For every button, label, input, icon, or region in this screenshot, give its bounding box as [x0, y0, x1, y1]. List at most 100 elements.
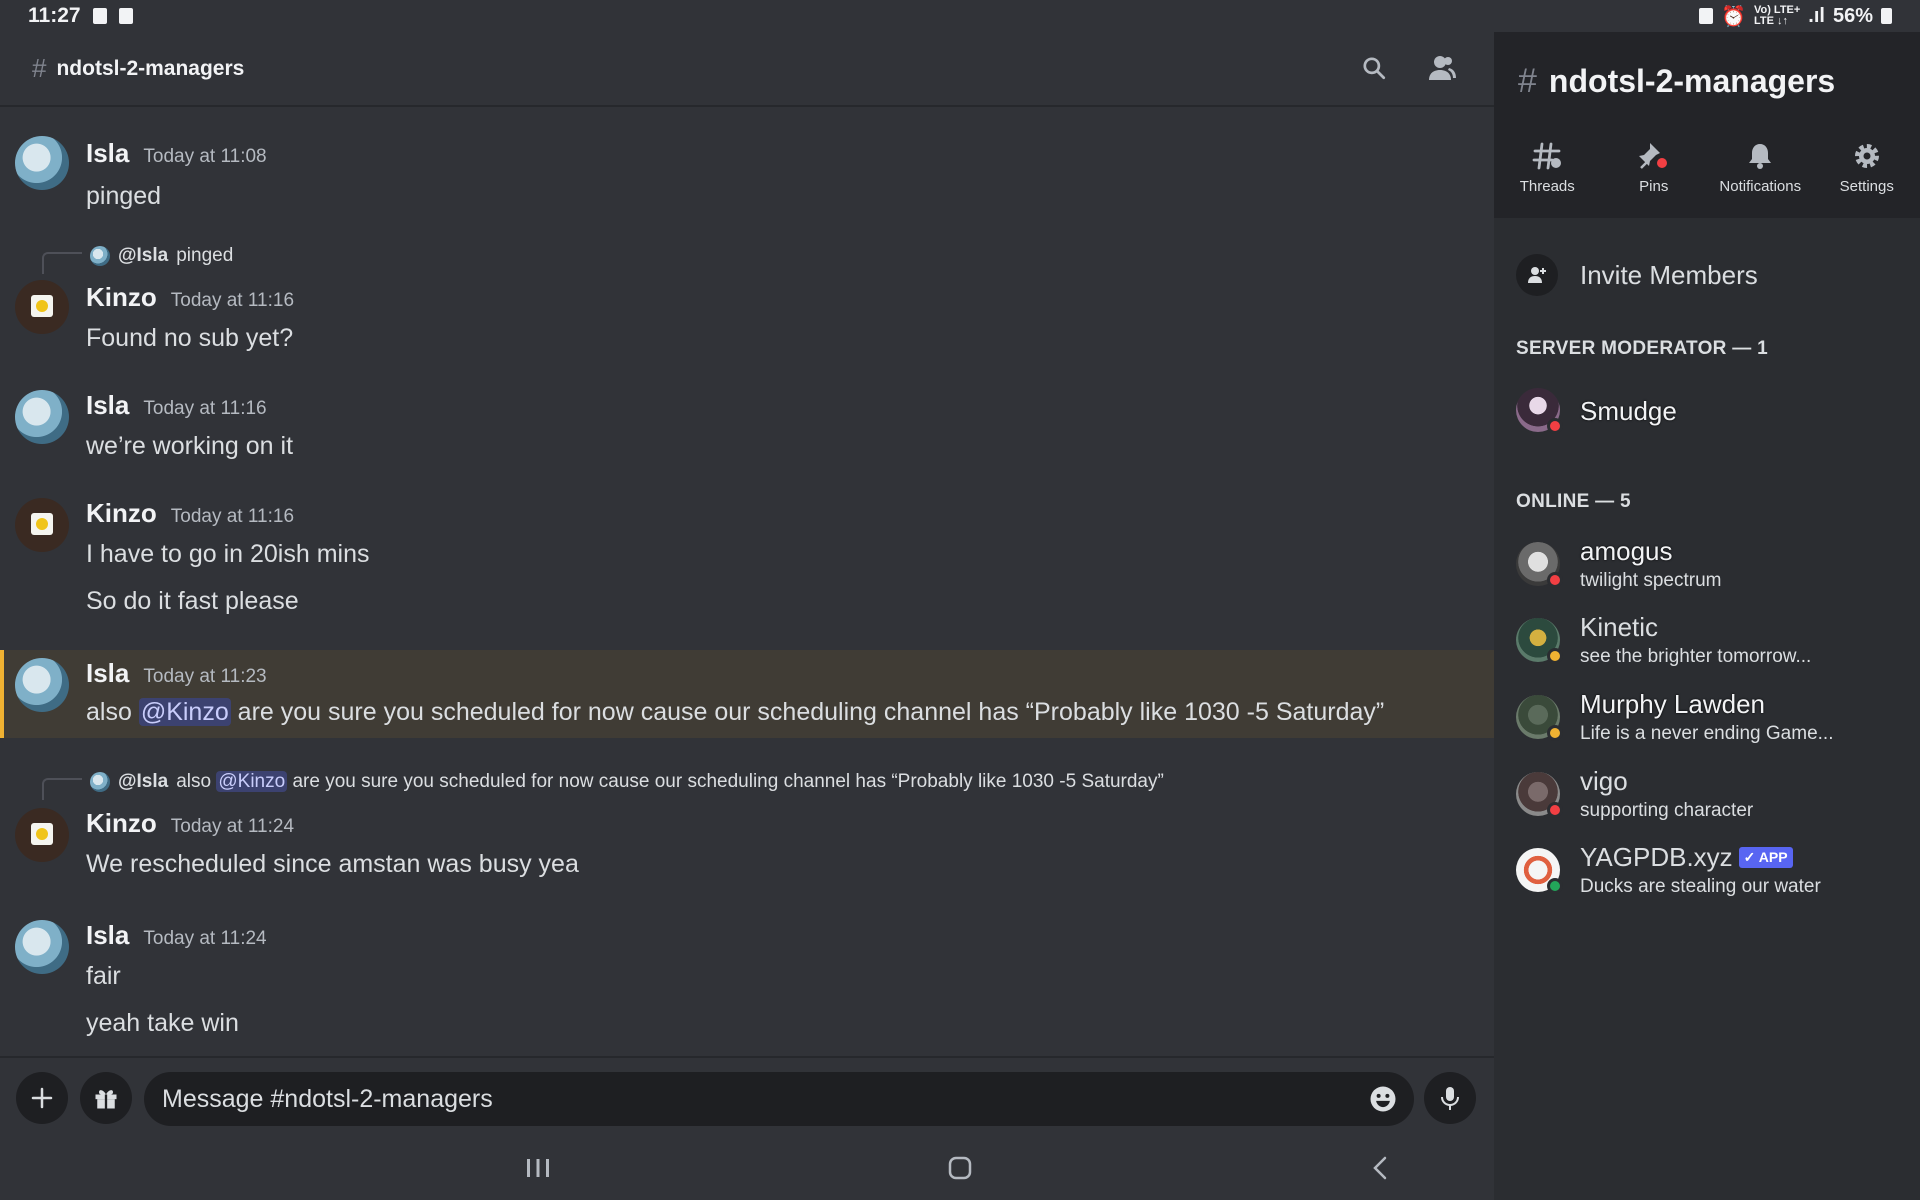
microphone-icon	[1441, 1087, 1459, 1110]
reply-avatar	[90, 246, 110, 266]
message: @Isla also @Kinzo are you sure you sched…	[0, 764, 1494, 878]
message: Isla Today at 11:16 we’re working on it	[0, 384, 1494, 474]
voice-message-button[interactable]	[1424, 1072, 1476, 1124]
system-navigation-bar	[0, 1136, 1494, 1200]
message: Isla Today at 11:24 fair yeah take win	[0, 914, 1494, 1054]
recent-apps-button[interactable]	[518, 1152, 558, 1184]
message-text: we’re working on it	[86, 432, 294, 460]
message-text: also @Kinzo are you sure you scheduled f…	[86, 698, 1385, 726]
channel-hash-icon: #	[32, 53, 47, 83]
signal-icon: .ıl	[1808, 4, 1825, 27]
member-section-title: SERVER MODERATOR — 1	[1516, 338, 1768, 359]
avatar[interactable]	[15, 280, 69, 334]
member-list-button[interactable]	[1426, 52, 1458, 84]
member-status-text: supporting character	[1580, 800, 1754, 821]
search-button[interactable]	[1358, 52, 1390, 84]
member-item[interactable]: YAGPDB.xyz ✓ APP Ducks are stealing our w…	[1516, 842, 1906, 904]
channel-details-panel: # ndotsl-2-managers Threads Pins Notific…	[1494, 32, 1920, 1200]
message-author[interactable]: Isla	[86, 920, 129, 951]
member-item[interactable]: Murphy Lawden Life is a never ending Gam…	[1516, 689, 1906, 751]
battery-level: 56%	[1832, 4, 1873, 27]
chat-header: # ndotsl-2-managers	[0, 32, 1494, 107]
message-highlighted: Isla Today at 11:23 also @Kinzo are you …	[0, 650, 1494, 738]
checkbox-notification-icon	[92, 8, 107, 24]
avatar[interactable]	[15, 136, 69, 190]
gift-icon	[95, 1090, 117, 1109]
message-author[interactable]: Kinzo	[86, 282, 157, 313]
home-button[interactable]	[940, 1152, 980, 1184]
message-author[interactable]: Isla	[86, 138, 129, 169]
invite-members-button[interactable]: Invite Members	[1516, 254, 1758, 296]
emoji-icon[interactable]	[1368, 1084, 1398, 1114]
search-icon	[1363, 57, 1386, 80]
message-timestamp: Today at 11:23	[143, 666, 267, 687]
idle-status-icon	[1547, 648, 1563, 664]
back-button[interactable]	[1360, 1152, 1400, 1184]
user-mention: @Kinzo	[216, 771, 288, 792]
members-icon	[1429, 56, 1456, 80]
idle-status-icon	[1547, 725, 1563, 741]
avatar[interactable]	[15, 658, 69, 712]
user-mention[interactable]: @Kinzo	[138, 698, 231, 726]
message-text: I have to go in 20ish mins	[86, 540, 370, 568]
member-status-text: Ducks are stealing our water	[1580, 876, 1821, 897]
threads-icon	[1532, 142, 1562, 170]
member-name: vigo	[1580, 766, 1628, 796]
message-timestamp: Today at 11:16	[170, 506, 295, 527]
reply-preview[interactable]: @Isla pinged	[42, 238, 233, 274]
app-badge: ✓ APP	[1738, 847, 1793, 868]
panel-tabs: Threads Pins Notifications Settings	[1494, 140, 1920, 195]
reply-preview[interactable]: @Isla also @Kinzo are you sure you sched…	[42, 764, 1164, 800]
message-author[interactable]: Isla	[86, 658, 129, 689]
tab-pins[interactable]: Pins	[1604, 140, 1704, 195]
message: Isla Today at 11:08 pinged	[0, 124, 1494, 224]
invite-members-label: Invite Members	[1580, 259, 1758, 290]
member-item[interactable]: Kinetic see the brighter tomorrow...	[1516, 612, 1906, 674]
message: Kinzo Today at 11:16 I have to go in 20i…	[0, 492, 1494, 622]
message-author[interactable]: Kinzo	[86, 498, 157, 529]
member-item[interactable]: Smudge	[1516, 382, 1906, 444]
reply-text: pinged	[176, 245, 234, 266]
reply-author: @Isla	[118, 771, 169, 792]
bell-icon	[1749, 144, 1772, 169]
member-item[interactable]: vigo supporting character	[1516, 766, 1906, 828]
home-icon	[948, 1156, 972, 1180]
reply-spine	[42, 778, 82, 800]
message-input[interactable]: Message #ndotsl-2-managers	[144, 1072, 1414, 1126]
reply-spine	[42, 252, 82, 274]
message-timestamp: Today at 11:16	[170, 290, 295, 311]
tab-settings[interactable]: Settings	[1817, 140, 1917, 195]
member-section-title: ONLINE — 5	[1516, 491, 1631, 512]
reply-text: also @Kinzo are you sure you scheduled f…	[176, 771, 1164, 792]
recent-apps-icon	[527, 1159, 549, 1177]
attach-button[interactable]	[16, 1072, 68, 1124]
avatar[interactable]	[15, 498, 69, 552]
back-icon	[1373, 1156, 1387, 1180]
reply-avatar	[90, 772, 110, 792]
message-list[interactable]: Isla Today at 11:08 pinged @Isla pinged …	[0, 108, 1494, 1056]
message-timestamp: Today at 11:08	[143, 146, 267, 167]
message: @Isla pinged Kinzo Today at 11:16 Found …	[0, 238, 1494, 352]
tab-notifications[interactable]: Notifications	[1710, 140, 1810, 195]
message-text: Found no sub yet?	[86, 324, 294, 352]
avatar[interactable]	[15, 920, 69, 974]
member-item[interactable]: amogus twilight spectrum	[1516, 536, 1906, 598]
member-status-text: see the brighter tomorrow...	[1580, 646, 1812, 667]
network-icon: Vo) LTE+ LTE ↓↑	[1753, 4, 1801, 27]
member-name: Kinetic	[1580, 612, 1659, 642]
avatar[interactable]	[15, 808, 69, 862]
tab-threads[interactable]: Threads	[1497, 140, 1597, 195]
gear-icon	[1854, 144, 1879, 168]
message-author[interactable]: Isla	[86, 390, 129, 421]
status-bar: 11:27 ⏰ Vo) LTE+ LTE ↓↑ .ıl 56%	[0, 0, 1920, 32]
member-name: amogus	[1580, 536, 1673, 566]
message-text: pinged	[86, 182, 162, 210]
message-text: yeah take win	[86, 1009, 239, 1037]
dnd-status-icon	[1547, 802, 1563, 818]
message-timestamp: Today at 11:24	[143, 928, 267, 949]
avatar[interactable]	[15, 390, 69, 444]
member-status-text: Life is a never ending Game...	[1580, 723, 1834, 744]
add-user-icon	[1516, 254, 1558, 296]
message-author[interactable]: Kinzo	[86, 808, 157, 839]
gift-button[interactable]	[80, 1072, 132, 1124]
